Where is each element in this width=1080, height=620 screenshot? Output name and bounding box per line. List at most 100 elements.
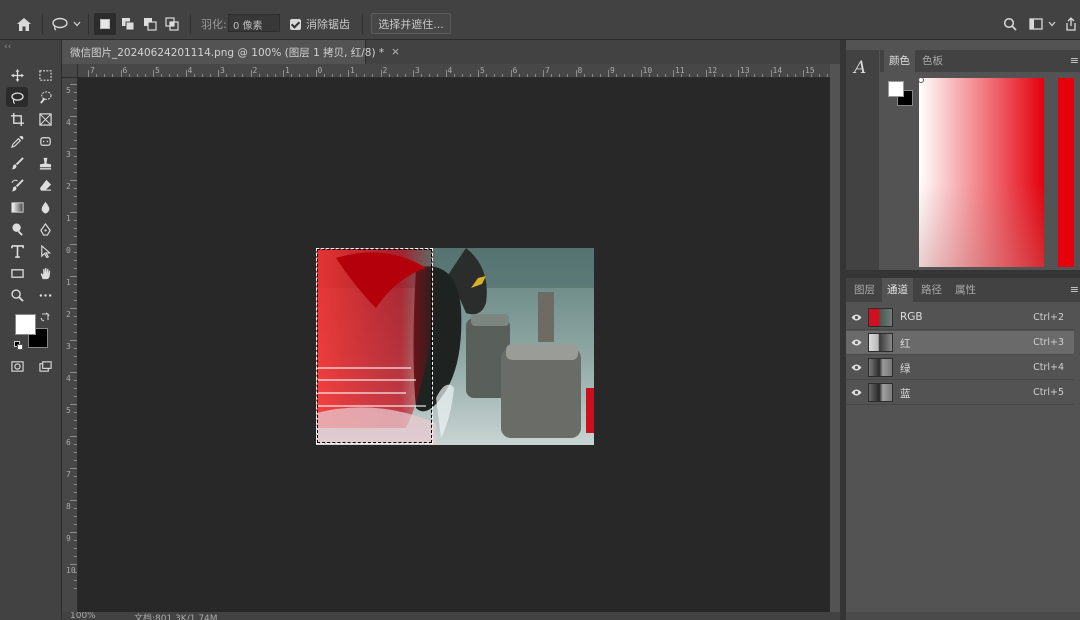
hand-tool[interactable] <box>34 263 56 283</box>
feather-input[interactable]: 0 像素 <box>228 14 280 32</box>
ruler-tick-label: 9 <box>66 534 71 543</box>
ruler-tick <box>713 74 715 77</box>
ruler-tick <box>161 74 163 77</box>
ruler-tick <box>70 84 77 85</box>
tool-preset-picker[interactable] <box>48 13 84 35</box>
character-icon[interactable]: A <box>854 58 866 78</box>
ruler-tick-label: 5 <box>66 86 71 95</box>
pen-tool[interactable] <box>34 219 56 239</box>
collapse-toolbar-arrows[interactable]: ‹‹ <box>4 42 11 52</box>
workspace-switcher[interactable] <box>1025 13 1059 35</box>
channel-shortcut: Ctrl+4 <box>1033 362 1064 373</box>
blur-tool[interactable] <box>34 197 56 217</box>
clone-stamp-tool[interactable] <box>34 153 56 173</box>
eye-icon[interactable] <box>851 338 862 347</box>
select-and-mask-button[interactable]: 选择并遮住... <box>371 13 451 34</box>
eye-icon[interactable] <box>851 388 862 397</box>
panel-menu-icon[interactable]: ≡ <box>1070 54 1079 67</box>
vertical-ruler[interactable]: 5 4 3 2 1 0 1 2 3 4 5 6 7 8 9 10 <box>62 78 78 620</box>
color-panel-foreground-swatch[interactable] <box>888 81 904 97</box>
new-selection-icon <box>100 19 110 29</box>
search-button[interactable] <box>1000 13 1020 35</box>
tab-properties[interactable]: 属性 <box>950 278 981 302</box>
chevron-down-icon <box>1048 21 1055 27</box>
ruler-tick <box>510 70 512 77</box>
ruler-tick-label: 3 <box>66 342 71 351</box>
history-brush-tool[interactable] <box>6 175 28 195</box>
tab-layers[interactable]: 图层 <box>849 278 880 302</box>
swap-colors-icon[interactable] <box>40 312 50 322</box>
ruler-tick <box>185 70 187 77</box>
ruler-tick <box>74 252 77 253</box>
share-button[interactable] <box>1062 13 1080 35</box>
gradient-tool[interactable] <box>6 197 28 217</box>
ruler-tick <box>299 74 301 77</box>
edit-toolbar-button[interactable] <box>34 285 56 305</box>
ruler-tick <box>616 74 618 77</box>
ruler-tick <box>74 580 77 581</box>
quick-mask-button[interactable] <box>6 356 28 376</box>
eye-icon[interactable] <box>851 313 862 322</box>
lasso-tool[interactable] <box>6 87 28 107</box>
brush-tool[interactable] <box>6 153 28 173</box>
rectangle-tool[interactable] <box>6 263 28 283</box>
more-icon <box>39 293 51 297</box>
default-colors-icon[interactable] <box>14 341 23 350</box>
active-selection-marquee[interactable] <box>316 248 433 444</box>
tab-paths[interactable]: 路径 <box>916 278 947 302</box>
ruler-tick-label: 14 <box>772 66 783 75</box>
eyedropper-tool[interactable] <box>6 131 28 151</box>
color-picker-field[interactable] <box>919 78 1044 267</box>
channel-row-rgb[interactable]: RGB Ctrl+2 <box>846 306 1074 330</box>
zoom-level[interactable]: 100% <box>70 612 96 620</box>
tab-color[interactable]: 颜色 <box>884 50 915 72</box>
close-tab-icon[interactable]: × <box>391 46 400 58</box>
ruler-tick <box>74 316 77 317</box>
ruler-tick <box>74 508 77 509</box>
tab-channels[interactable]: 通道 <box>882 278 913 302</box>
frame-tool[interactable] <box>34 109 56 129</box>
ruler-tick-label: 6 <box>66 438 71 447</box>
dodge-tool[interactable] <box>6 219 28 239</box>
eraser-tool[interactable] <box>34 175 56 195</box>
quick-selection-tool[interactable] <box>34 87 56 107</box>
ruler-origin[interactable] <box>62 64 78 78</box>
feather-label: 羽化: <box>201 18 227 31</box>
channel-row-red[interactable]: 红 Ctrl+3 <box>846 331 1074 355</box>
channel-shortcut: Ctrl+2 <box>1033 312 1064 323</box>
ruler-tick-label: 13 <box>740 66 750 75</box>
ruler-tick <box>705 70 707 77</box>
eye-icon[interactable] <box>851 363 862 372</box>
intersect-selection-button[interactable] <box>161 13 183 35</box>
horizontal-ruler[interactable]: 7 6 5 4 3 2 1 0 1 2 3 4 5 6 7 8 9 10 11 12 13 14 15 <box>78 64 830 78</box>
type-tool[interactable] <box>6 241 28 261</box>
channel-row-blue[interactable]: 蓝 Ctrl+5 <box>846 381 1074 405</box>
antialias-checkbox[interactable]: 消除锯齿 <box>290 16 350 32</box>
search-icon <box>1003 17 1017 31</box>
document-tab[interactable]: 微信图片_20240624201114.png @ 100% (图层 1 拷贝,… <box>62 40 400 64</box>
zoom-tool[interactable] <box>6 285 28 305</box>
tab-swatches[interactable]: 色板 <box>917 50 948 72</box>
screen-mode-button[interactable] <box>34 356 56 376</box>
marquee-tool[interactable] <box>34 65 56 85</box>
add-selection-button[interactable] <box>117 13 139 35</box>
color-picker-cursor[interactable] <box>918 77 924 83</box>
canvas-area[interactable] <box>78 78 830 612</box>
ruler-tick <box>74 164 77 165</box>
crop-tool[interactable] <box>6 109 28 129</box>
ruler-tick-label: 1 <box>66 214 71 223</box>
home-button[interactable] <box>10 13 38 35</box>
ruler-tick <box>70 532 77 533</box>
new-selection-button[interactable] <box>94 13 116 35</box>
hue-slider[interactable] <box>1058 78 1074 267</box>
channel-row-green[interactable]: 绿 Ctrl+4 <box>846 356 1074 380</box>
panel-menu-icon[interactable]: ≡ <box>1070 283 1079 296</box>
path-select-icon <box>40 244 51 258</box>
move-tool[interactable] <box>6 65 28 85</box>
foreground-color-swatch[interactable] <box>15 314 36 335</box>
ruler-tick <box>404 74 406 77</box>
marquee-icon <box>38 69 52 81</box>
subtract-selection-button[interactable] <box>139 13 161 35</box>
patch-tool[interactable] <box>34 131 56 151</box>
path-selection-tool[interactable] <box>34 241 56 261</box>
